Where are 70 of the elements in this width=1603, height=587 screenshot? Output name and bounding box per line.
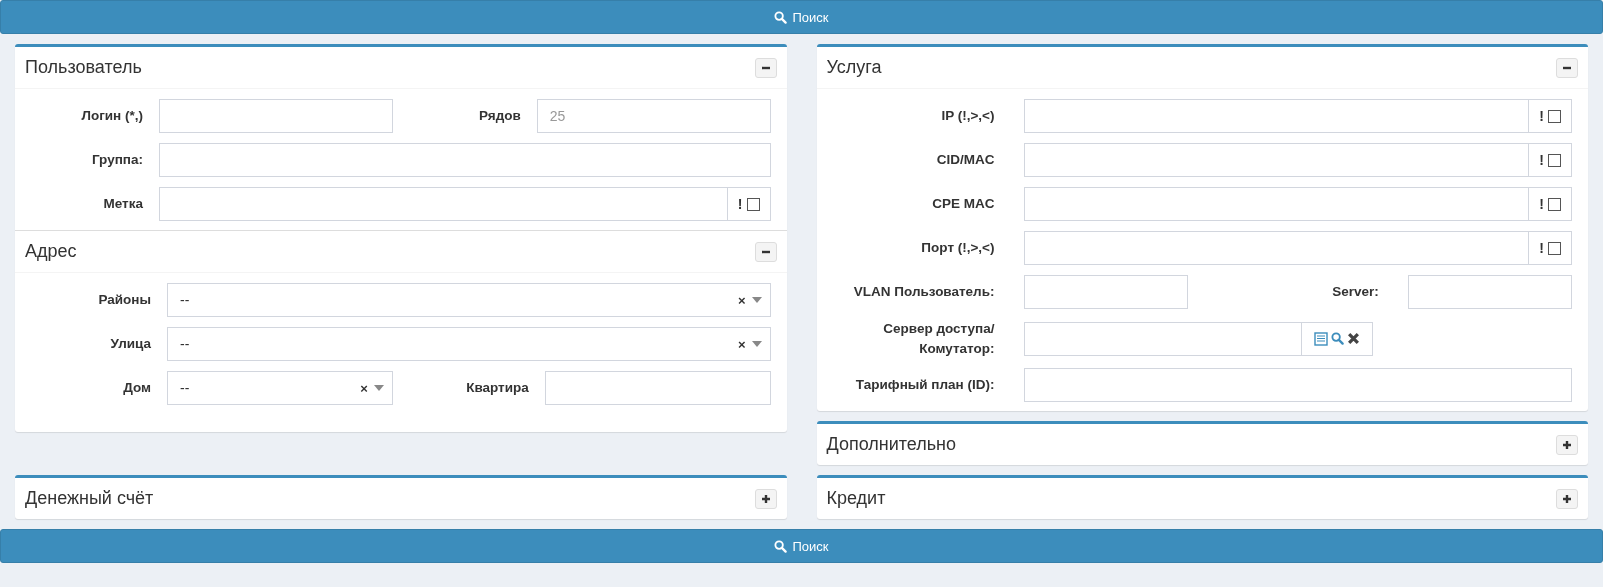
- field-label: Метка: [103, 195, 143, 214]
- field-label: Логин (*,): [81, 107, 143, 126]
- field-label: Группа:: [91, 151, 143, 170]
- field-label: Server:: [1332, 283, 1379, 302]
- checkbox[interactable]: [1548, 109, 1561, 123]
- field-label: Улица: [110, 335, 151, 354]
- input-field[interactable]: [544, 371, 771, 405]
- section-title: Пользователь: [25, 57, 142, 78]
- dropdown[interactable]: -- ×: [167, 327, 771, 361]
- dropdown[interactable]: -- ×: [167, 283, 771, 317]
- checkbox[interactable]: [1548, 153, 1561, 167]
- collapse-button[interactable]: [1556, 57, 1578, 78]
- checkbox[interactable]: [746, 197, 760, 211]
- input-field[interactable]: [1023, 321, 1302, 356]
- caret-icon: [373, 385, 384, 391]
- field-label: Рядов: [478, 107, 521, 126]
- search-icon: [774, 10, 788, 24]
- collapse-button[interactable]: [1556, 488, 1578, 509]
- panel-title: Кредит: [826, 488, 886, 510]
- negate-mark: !: [1539, 108, 1544, 124]
- negate-mark: !: [737, 196, 743, 212]
- input-field[interactable]: [1023, 275, 1188, 309]
- plus-icon: [1562, 493, 1572, 504]
- search-button[interactable]: Поиск: [0, 529, 1603, 564]
- caret-icon: [751, 341, 762, 347]
- field-label: IP (!,>,<): [941, 107, 995, 126]
- field-label: Тарифный план (ID):: [855, 376, 995, 395]
- collapse-button[interactable]: [1556, 434, 1578, 455]
- dropdown[interactable]: -- ×: [167, 371, 393, 405]
- input-field[interactable]: 25: [536, 99, 771, 133]
- input-field[interactable]: [1023, 99, 1530, 133]
- panel-title: Дополнительно: [826, 434, 957, 456]
- collapse-button[interactable]: [754, 241, 777, 262]
- field-label: VLAN Пользователь:: [853, 283, 995, 302]
- field-label: CID/MAC: [936, 151, 995, 170]
- input-field[interactable]: [1407, 275, 1572, 309]
- checkbox[interactable]: [1548, 241, 1561, 255]
- checkbox[interactable]: [1548, 197, 1561, 211]
- field-label: Районы: [98, 291, 151, 310]
- collapse-button[interactable]: [754, 488, 777, 509]
- input-field[interactable]: [1023, 143, 1530, 177]
- input-field[interactable]: [159, 143, 771, 177]
- input-field[interactable]: [159, 187, 728, 221]
- close-icon[interactable]: [1346, 332, 1360, 346]
- clear-icon[interactable]: ×: [737, 336, 746, 352]
- field-label: Квартира: [466, 379, 529, 398]
- input-field[interactable]: [1023, 231, 1530, 265]
- panel-title: Денежный счёт: [25, 488, 154, 510]
- collapse-button[interactable]: [754, 57, 777, 78]
- field-label: Дом: [123, 379, 151, 398]
- caret-icon: [751, 297, 762, 303]
- input-field[interactable]: [1023, 368, 1572, 403]
- negate-mark: !: [1539, 240, 1544, 256]
- negate-mark: !: [1539, 152, 1544, 168]
- search-icon: [774, 539, 788, 553]
- clear-icon[interactable]: ×: [737, 292, 746, 308]
- negate-mark: !: [1539, 196, 1544, 212]
- search-icon: [1330, 332, 1344, 346]
- plus-icon: [760, 493, 771, 504]
- section-title: Адрес: [25, 241, 77, 262]
- section-title: Услуга: [826, 57, 882, 78]
- input-field[interactable]: [1023, 187, 1530, 221]
- field-label: Сервер доступа/Комутатор:: [882, 320, 995, 358]
- input-field[interactable]: [159, 99, 393, 133]
- field-label: Порт (!,>,<): [921, 239, 995, 258]
- field-label: CPE MAC: [932, 195, 995, 214]
- clear-icon[interactable]: ×: [360, 380, 368, 396]
- search-button[interactable]: Поиск: [0, 0, 1603, 34]
- plus-icon: [1562, 439, 1572, 450]
- list-icon[interactable]: [1313, 331, 1328, 346]
